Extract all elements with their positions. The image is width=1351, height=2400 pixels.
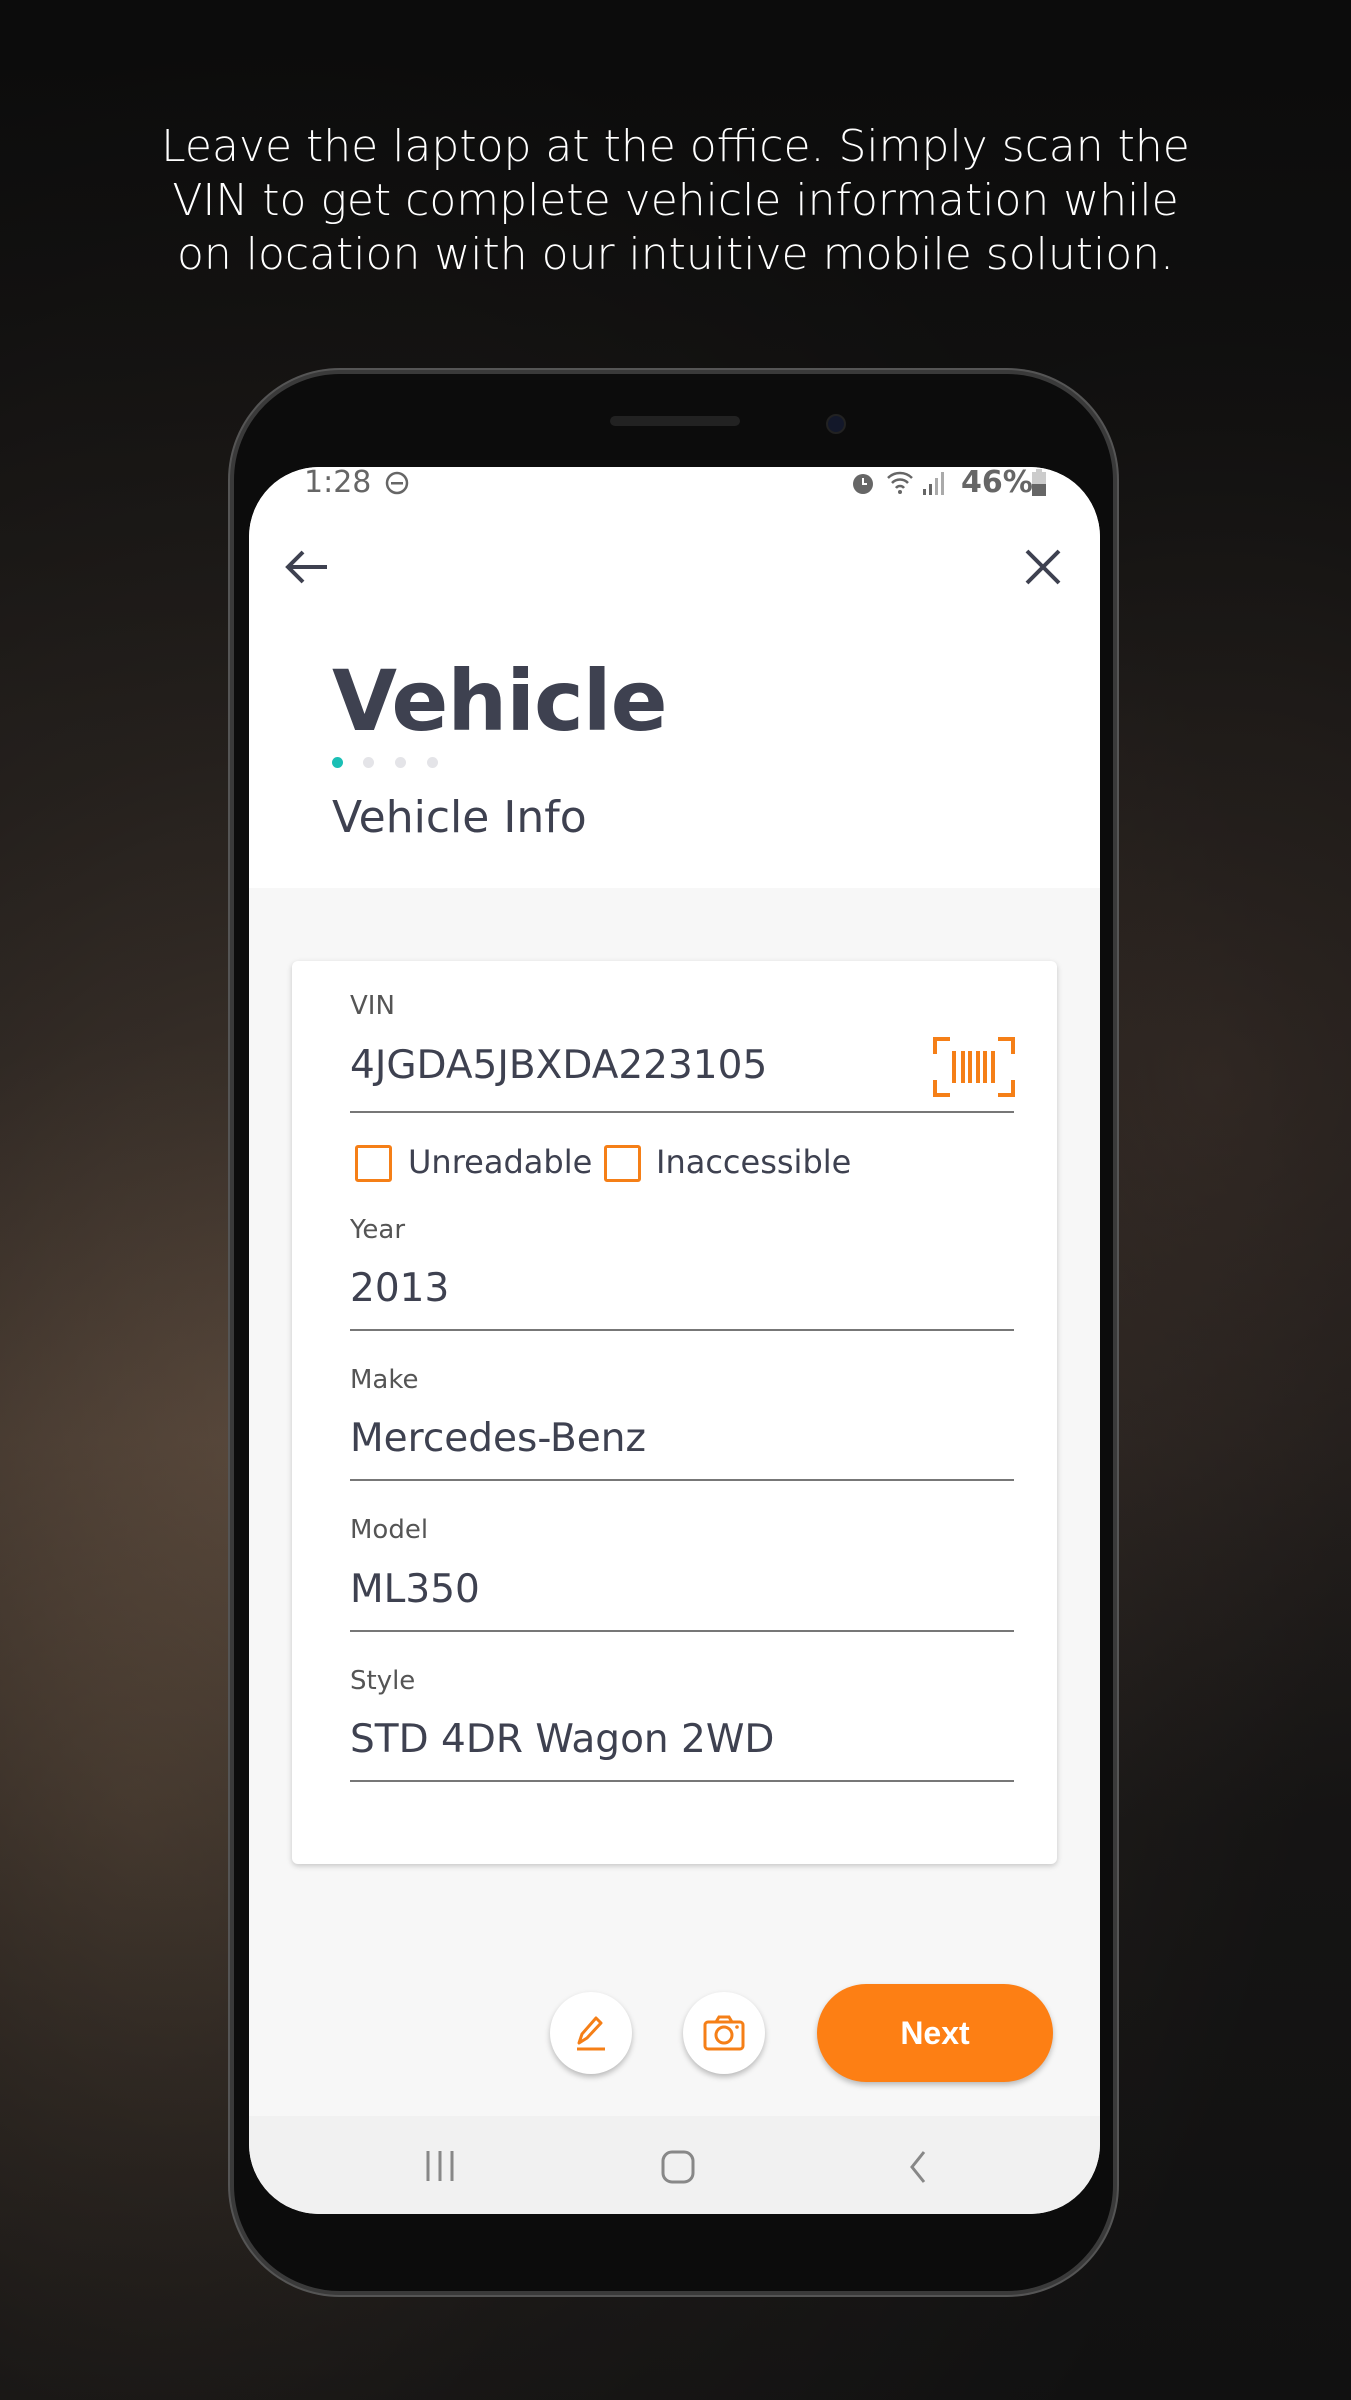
step-indicator — [395, 757, 406, 768]
vin-label: VIN — [350, 991, 395, 1021]
vehicle-info-card: VIN 4JGDA5JBXDA223105 Unreadable Inacces… — [292, 961, 1057, 1864]
phone-camera — [826, 414, 846, 434]
style-underline — [350, 1780, 1014, 1782]
dnd-icon — [385, 471, 409, 495]
headline: Leave the laptop at the office. Simply s… — [0, 120, 1351, 282]
pencil-icon — [577, 2016, 605, 2051]
step-indicator — [363, 757, 374, 768]
signal-icon — [923, 472, 944, 495]
step-indicator-active — [332, 757, 343, 768]
headline-line: on location with our intuitive mobile so… — [176, 229, 1175, 280]
style-input[interactable]: STD 4DR Wagon 2WD — [350, 1717, 774, 1762]
home-icon[interactable] — [660, 2149, 696, 2185]
page-title: Vehicle — [332, 652, 668, 750]
phone-screen: 1:28 46% Vehicle Vehicle Info VIN 4JGDA5… — [249, 467, 1100, 2214]
status-time: 1:28 — [304, 467, 372, 500]
headline-line: Leave the laptop at the office. Simply s… — [161, 121, 1190, 172]
system-back-icon[interactable] — [906, 2149, 930, 2185]
make-input[interactable]: Mercedes-Benz — [350, 1416, 646, 1461]
make-label: Make — [350, 1365, 419, 1395]
status-bar: 1:28 46% — [249, 467, 1100, 501]
camera-button[interactable] — [683, 1992, 765, 2074]
headline-line: VIN to get complete vehicle information … — [172, 175, 1179, 226]
vin-input[interactable]: 4JGDA5JBXDA223105 — [350, 1043, 767, 1088]
phone-speaker — [610, 416, 740, 426]
wifi-icon — [887, 471, 913, 494]
edit-button[interactable] — [550, 1992, 632, 2074]
unreadable-label: Unreadable — [408, 1143, 593, 1181]
step-indicator — [427, 757, 438, 768]
vin-underline — [350, 1111, 1014, 1113]
inaccessible-label: Inaccessible — [656, 1143, 852, 1181]
barcode-scan-icon[interactable] — [932, 1036, 1016, 1098]
back-arrow-icon[interactable] — [283, 547, 331, 587]
year-underline — [350, 1329, 1014, 1331]
recent-apps-icon[interactable] — [423, 2149, 457, 2183]
make-underline — [350, 1479, 1014, 1481]
next-button[interactable]: Next — [817, 1984, 1053, 2082]
unreadable-checkbox[interactable] — [355, 1145, 392, 1182]
camera-icon — [703, 2015, 745, 2051]
battery-icon — [1032, 469, 1046, 496]
year-input[interactable]: 2013 — [350, 1266, 449, 1311]
alarm-icon — [853, 474, 873, 494]
battery-percent: 46% — [961, 467, 1033, 500]
style-label: Style — [350, 1666, 416, 1696]
year-label: Year — [350, 1215, 406, 1245]
close-icon[interactable] — [1023, 547, 1063, 587]
model-underline — [350, 1630, 1014, 1632]
section-subtitle: Vehicle Info — [332, 792, 587, 843]
inaccessible-checkbox[interactable] — [604, 1145, 641, 1182]
model-label: Model — [350, 1515, 429, 1545]
model-input[interactable]: ML350 — [350, 1567, 480, 1612]
system-nav-bar — [249, 2116, 1100, 2214]
